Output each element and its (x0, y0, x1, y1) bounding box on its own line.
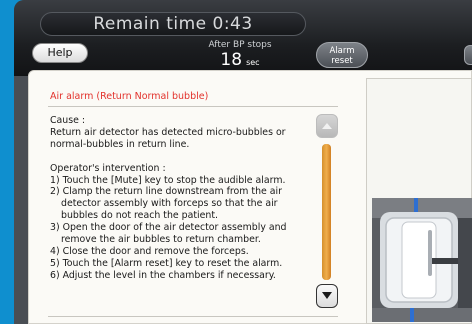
step-4: 4) Close the door and remove the forceps… (50, 245, 249, 257)
alarm-reset-label-2: reset (331, 56, 353, 66)
step-5: 5) Touch the [Alarm reset] key to reset … (50, 257, 283, 269)
alarm-reset-button[interactable]: Alarm reset (316, 42, 368, 68)
bp-stop-unit: sec (246, 58, 260, 67)
air-detector-image (372, 198, 472, 322)
air-detector-photo (372, 198, 472, 322)
title-divider (48, 106, 338, 107)
header-right-button[interactable] (464, 45, 472, 65)
step-6: 6) Adjust the level in the chambers if n… (50, 269, 276, 281)
cause-line: Return air detector has detected micro-b… (50, 126, 286, 138)
intervention-heading: Operator's intervention : (50, 162, 166, 174)
bp-stop-label: After BP stops (208, 40, 272, 50)
scroll-up-button[interactable] (316, 114, 338, 138)
bp-stop-value: 18 (220, 50, 243, 70)
step-2: 2) Clamp the return line downstream from… (50, 186, 282, 198)
cause-heading: Cause : (50, 115, 86, 126)
bottom-divider (48, 316, 338, 317)
chevron-down-icon (321, 292, 332, 299)
alarm-reset-label-1: Alarm (329, 46, 355, 56)
step-3: 3) Open the door of the air detector ass… (50, 222, 287, 234)
remain-time-display: Remain time 0:43 (40, 12, 306, 36)
step-2-cont: detector assembly with forceps so that t… (61, 198, 278, 210)
chevron-up-icon (322, 123, 332, 129)
step-3-cont: remove the air bubbles to return chamber… (61, 234, 261, 246)
step-1: 1) Touch the [Mute] key to stop the audi… (50, 174, 286, 186)
alarm-title: Air alarm (Return Normal bubble) (50, 91, 209, 102)
help-button[interactable]: Help (32, 43, 88, 63)
alarm-description: Cause : Return air detector has detected… (50, 115, 308, 282)
bp-stop-timer: 18 sec (180, 50, 300, 70)
cause-line: normal-bubbles in return line. (50, 138, 190, 150)
scrollbar-thumb[interactable] (322, 144, 331, 280)
scroll-down-button[interactable] (316, 284, 338, 308)
step-2-cont: bubbles do not reach the patient. (61, 210, 218, 222)
